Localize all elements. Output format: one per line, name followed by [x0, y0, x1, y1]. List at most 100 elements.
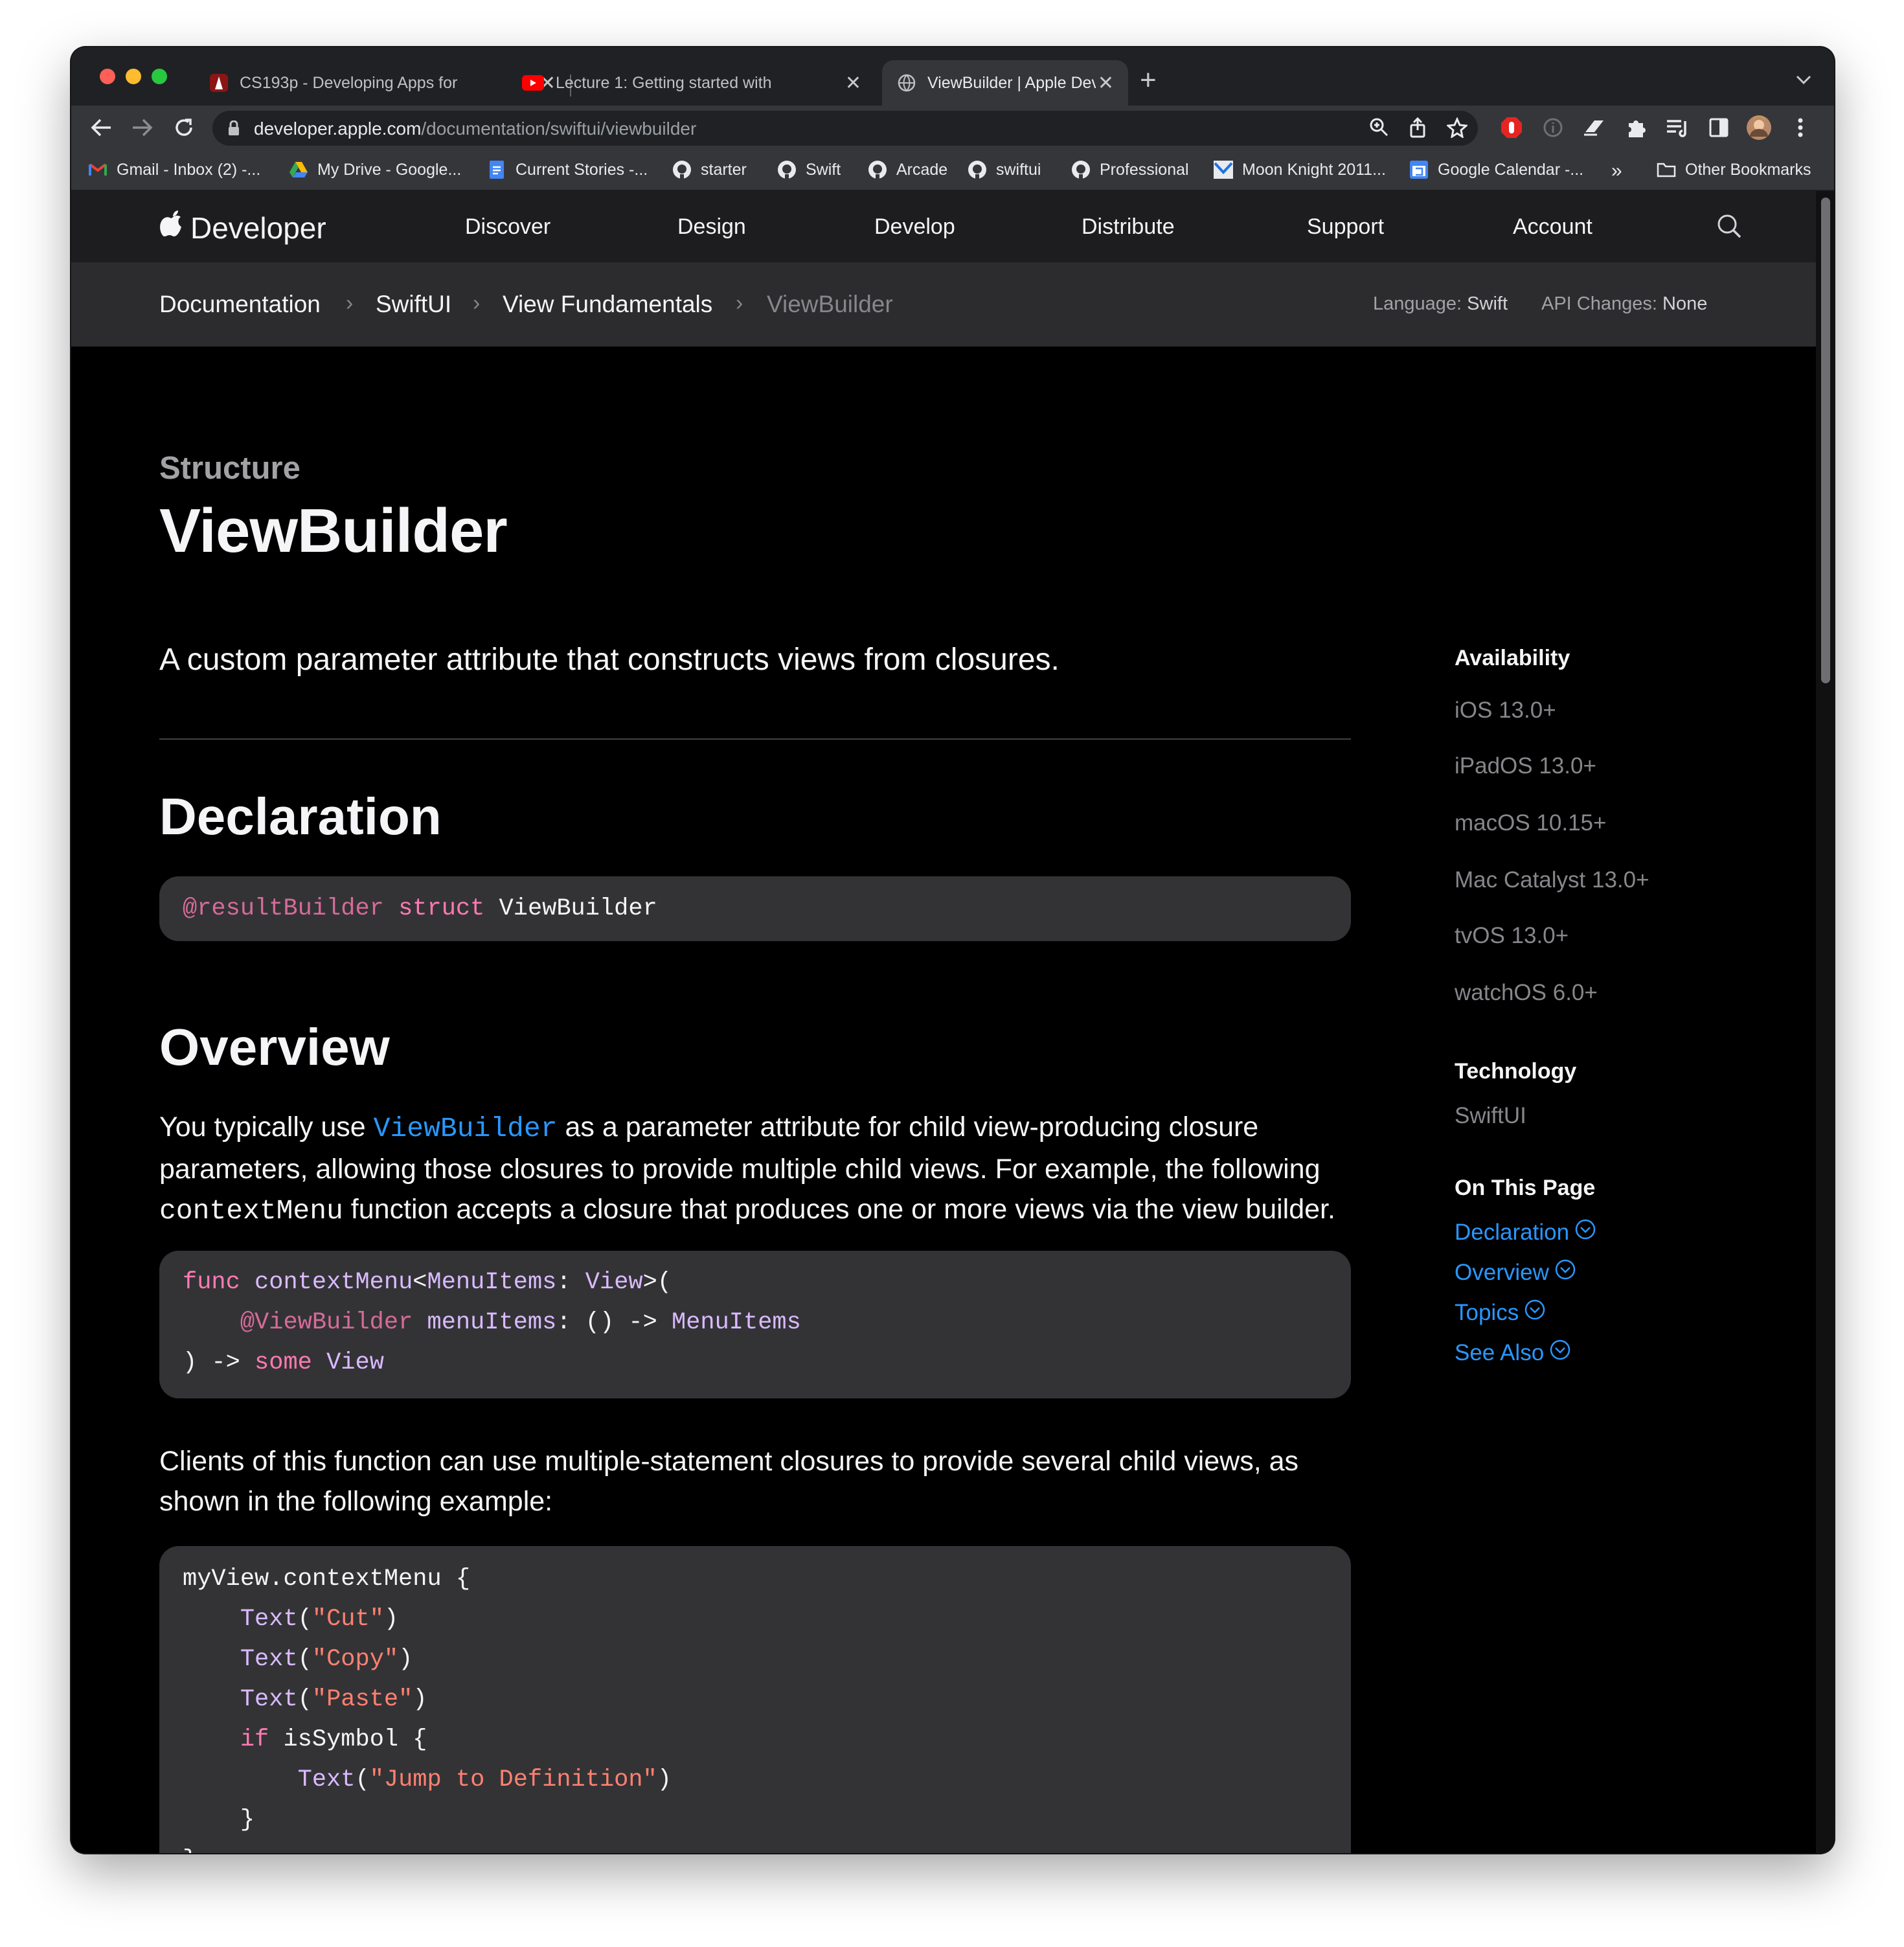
side-panel-icon[interactable] [1706, 115, 1732, 141]
back-button[interactable] [85, 112, 117, 143]
on-this-page-topics[interactable]: Topics [1455, 1299, 1546, 1326]
breadcrumb-view-fundamentals[interactable]: View Fundamentals [503, 291, 712, 318]
link-label: Overview [1455, 1259, 1549, 1285]
bookmark-arcade[interactable]: Arcade [868, 160, 947, 179]
page-title: ViewBuilder [159, 496, 508, 565]
nav-distribute[interactable]: Distribute [1082, 214, 1175, 240]
tab-title: ViewBuilder | Apple Developer [927, 73, 1096, 92]
page-scrollbar[interactable] [1816, 191, 1834, 1853]
close-tab-icon[interactable]: ✕ [1098, 72, 1114, 95]
language-toggle[interactable]: Language: Swift [1373, 293, 1508, 315]
code-attribute: @ViewBuilder [240, 1309, 413, 1336]
code-type: Text [297, 1766, 356, 1793]
on-this-page-overview[interactable]: Overview [1455, 1258, 1576, 1286]
on-this-page-see-also[interactable]: See Also [1455, 1339, 1571, 1367]
google-drive-icon [289, 160, 308, 179]
bookmark-swiftui[interactable]: swiftui [968, 160, 1041, 179]
bookmark-drive[interactable]: My Drive - Google... [289, 160, 461, 179]
browser-toolbar: developer.apple.com/documentation/swiftu… [71, 106, 1834, 150]
text-run: You typically use [159, 1111, 374, 1143]
overview-heading: Overview [159, 1018, 390, 1076]
code-punct: < [413, 1269, 427, 1296]
code-string: "Paste" [312, 1686, 413, 1713]
nav-account[interactable]: Account [1513, 214, 1592, 240]
bookmark-stories[interactable]: Current Stories -... [487, 160, 648, 179]
search-icon[interactable] [1716, 213, 1742, 242]
platform-mac-catalyst: Mac Catalyst 13.0+ [1455, 867, 1649, 893]
platform-tvos: tvOS 13.0+ [1455, 923, 1569, 948]
code-punct: : [556, 1269, 585, 1296]
web-page: Developer Discover Design Develop Distri… [71, 191, 1834, 1853]
nav-support[interactable]: Support [1307, 214, 1384, 240]
browser-window: CS193p - Developing Apps for ✕ Lecture 1… [71, 47, 1834, 1853]
code-attribute: @resultBuilder [183, 895, 384, 922]
bookmark-label: Other Bookmarks [1685, 160, 1811, 179]
viewbuilder-link[interactable]: ViewBuilder [374, 1113, 558, 1144]
symbol-kind: Structure [159, 451, 300, 486]
share-icon[interactable] [1408, 117, 1427, 141]
developer-home-link[interactable]: Developer [159, 209, 326, 246]
forward-button[interactable] [127, 112, 158, 143]
chrome-menu-icon[interactable] [1787, 115, 1813, 141]
code-type: MenuItems [671, 1309, 801, 1336]
on-this-page-declaration[interactable]: Declaration [1455, 1218, 1596, 1246]
bookmarks-overflow-button[interactable]: » [1611, 160, 1622, 182]
close-tab-icon[interactable]: ✕ [845, 72, 861, 95]
extensions-puzzle-icon[interactable] [1623, 115, 1649, 141]
chevron-down-circle-icon [1554, 1258, 1576, 1286]
nav-develop[interactable]: Develop [874, 214, 955, 240]
folder-icon [1657, 160, 1676, 179]
reading-list-icon[interactable] [1664, 115, 1690, 141]
github-icon [968, 160, 987, 179]
link-label: See Also [1455, 1339, 1545, 1365]
tab-search-chevron-icon[interactable] [1795, 69, 1812, 89]
bookmark-gmail[interactable]: Gmail - Inbox (2) -... [88, 160, 260, 179]
scrollbar-thumb[interactable] [1821, 198, 1830, 683]
tab-lecture[interactable]: Lecture 1: Getting started with ✕ [506, 60, 876, 106]
code-keyword: struct [398, 895, 485, 922]
nav-design[interactable]: Design [677, 214, 746, 240]
reload-button[interactable] [168, 112, 199, 143]
technology-heading: Technology [1455, 1059, 1577, 1084]
code-type: Text [240, 1686, 298, 1713]
code-param: menuItems [427, 1309, 557, 1336]
extension-eraser-icon[interactable] [1581, 115, 1607, 141]
platform-ios: iOS 13.0+ [1455, 698, 1556, 723]
link-label: Topics [1455, 1299, 1519, 1325]
github-icon [1071, 160, 1091, 179]
zoom-window-button[interactable] [152, 69, 167, 84]
technology-swiftui[interactable]: SwiftUI [1455, 1103, 1526, 1129]
abstract: A custom parameter attribute that constr… [159, 643, 1060, 677]
close-window-button[interactable] [100, 69, 115, 84]
breadcrumb-documentation[interactable]: Documentation [159, 291, 321, 318]
bookmark-swift[interactable]: Swift [777, 160, 841, 179]
bookmark-star-icon[interactable] [1445, 117, 1469, 141]
bookmark-label: swiftui [996, 160, 1041, 179]
github-icon [777, 160, 797, 179]
profile-avatar[interactable] [1746, 115, 1772, 141]
gmail-icon [88, 160, 108, 179]
zoom-icon[interactable] [1369, 117, 1388, 141]
minimize-window-button[interactable] [126, 69, 141, 84]
contextmenu-code-block: func contextMenu<MenuItems: View>( @View… [159, 1251, 1351, 1398]
extension-info-icon[interactable] [1540, 115, 1566, 141]
bookmark-other[interactable]: Other Bookmarks [1657, 160, 1811, 179]
overview-paragraph-2: Clients of this function can use multipl… [159, 1446, 1299, 1517]
tab-viewbuilder[interactable]: ViewBuilder | Apple Developer ✕ [882, 60, 1128, 106]
code-type: View [326, 1349, 384, 1376]
bookmark-professional[interactable]: Professional [1071, 160, 1189, 179]
code-punct: } [183, 1847, 197, 1853]
breadcrumb-swiftui[interactable]: SwiftUI [376, 291, 451, 318]
overview-paragraph-1: You typically use ViewBuilder as a param… [159, 1107, 1364, 1231]
api-changes-toggle[interactable]: API Changes: None [1541, 293, 1707, 315]
new-tab-button[interactable]: + [1140, 64, 1157, 97]
bookmark-calendar[interactable]: Google Calendar -... [1409, 160, 1583, 179]
code-type: Text [240, 1646, 298, 1673]
extension-adblock-icon[interactable] [1499, 115, 1524, 141]
bookmark-starter[interactable]: starter [672, 160, 747, 179]
availability-heading: Availability [1455, 646, 1570, 670]
nav-discover[interactable]: Discover [465, 214, 550, 240]
code-punct: } [240, 1806, 255, 1834]
address-bar[interactable]: developer.apple.com/documentation/swiftu… [212, 111, 1478, 146]
bookmark-moon-knight[interactable]: Moon Knight 2011... [1214, 160, 1386, 179]
